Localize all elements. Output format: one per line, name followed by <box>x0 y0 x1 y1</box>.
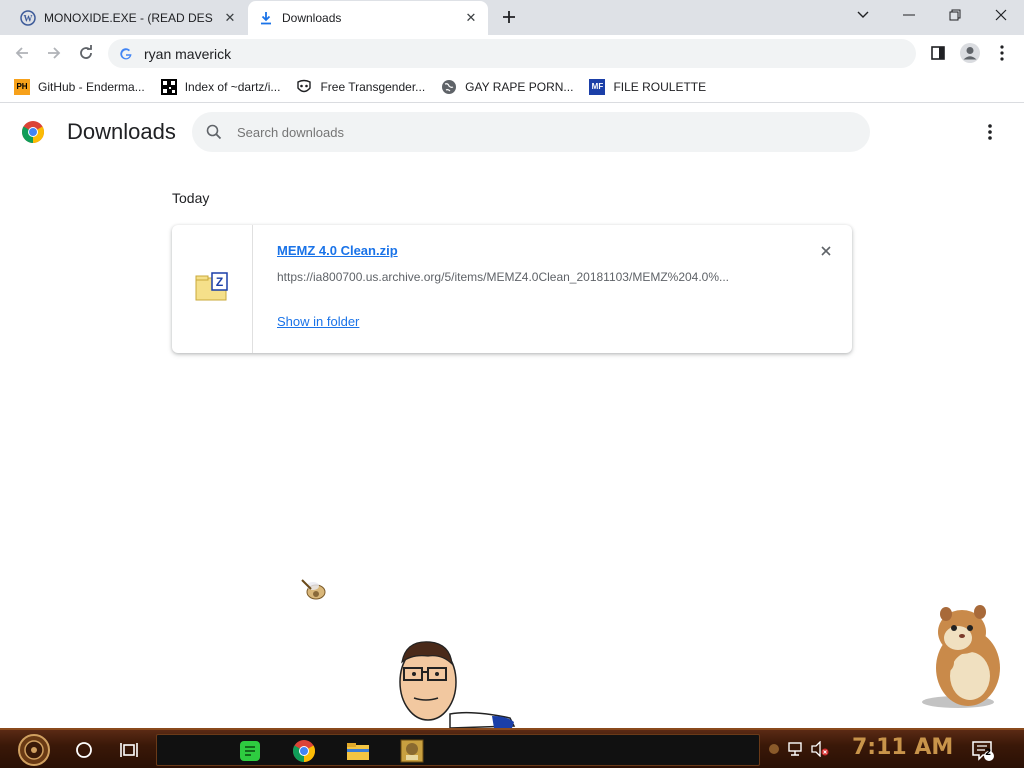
google-icon <box>118 46 134 62</box>
wordpress-icon: W <box>20 9 36 26</box>
qr-icon <box>160 78 177 95</box>
close-icon[interactable]: ✕ <box>221 9 239 27</box>
downloads-header: Downloads <box>0 104 1024 162</box>
tab-title: Downloads <box>282 11 342 25</box>
restore-button[interactable] <box>932 0 978 30</box>
download-icon <box>258 10 274 26</box>
bookmark-label: Free Transgender... <box>320 79 426 94</box>
page-title: Downloads <box>67 119 176 144</box>
taskbar-clock[interactable]: 7:11 AM <box>852 735 953 760</box>
search-circle-icon[interactable] <box>68 734 100 766</box>
volume-muted-icon[interactable] <box>810 739 830 759</box>
hamster-sprite-icon <box>918 602 1008 710</box>
tab-title: MONOXIDE.EXE - (READ DES <box>44 10 213 25</box>
svg-text:W: W <box>24 13 33 23</box>
browser-menu-button[interactable] <box>988 39 1016 67</box>
bookmark-label: GitHub - Enderma... <box>38 79 145 94</box>
zip-folder-icon: Z <box>195 271 229 307</box>
task-view-icon[interactable] <box>114 734 146 766</box>
more-actions-button[interactable] <box>978 120 1002 144</box>
file-source-url[interactable]: https://ia800700.us.archive.org/5/items/… <box>277 270 777 284</box>
bookmark-label: GAY RAPE PORN... <box>465 79 574 94</box>
mf-icon: MF <box>589 78 606 95</box>
bookmarks-bar: PH GitHub - Enderma... Index of ~dartz/i… <box>0 71 1024 103</box>
tray-app-icon[interactable] <box>764 739 784 759</box>
bookmark-label: FILE ROULETTE <box>613 79 707 94</box>
tab-search-button[interactable] <box>840 0 886 30</box>
globe-icon <box>441 79 457 95</box>
address-input[interactable] <box>144 45 844 62</box>
remove-from-list-button[interactable] <box>816 241 836 261</box>
box-app-icon[interactable] <box>397 738 427 764</box>
tab-monoxide[interactable]: W MONOXIDE.EXE - (READ DES ✕ <box>10 0 247 35</box>
notification-center-icon[interactable]: 2 <box>970 738 996 764</box>
new-tab-button[interactable] <box>498 6 520 28</box>
address-bar[interactable] <box>108 39 916 68</box>
close-window-button[interactable] <box>978 0 1024 30</box>
back-button[interactable] <box>8 39 36 67</box>
network-icon[interactable] <box>786 739 806 759</box>
forward-button[interactable] <box>40 39 68 67</box>
close-icon[interactable]: ✕ <box>462 9 480 27</box>
bookmark-label: Index of ~dartz/i... <box>184 79 281 94</box>
file-name-link[interactable]: MEMZ 4.0 Clean.zip <box>277 243 398 258</box>
start-button[interactable] <box>10 732 58 768</box>
notification-count: 2 <box>985 748 992 758</box>
ph-icon: PH <box>14 78 30 95</box>
bookmark-globe-site[interactable]: GAY RAPE PORN... <box>439 75 579 99</box>
bookmark-index-dartz[interactable]: Index of ~dartz/i... <box>159 75 287 99</box>
browser-toolbar <box>0 35 1024 71</box>
file-icon-area: Z <box>172 225 253 353</box>
profile-button[interactable] <box>956 39 984 67</box>
bookmark-file-roulette[interactable]: MF FILE ROULETTE <box>587 75 712 99</box>
taskbar-app-area <box>156 734 760 766</box>
search-icon <box>204 122 224 142</box>
bee-sprite-icon <box>298 574 332 608</box>
downloads-search[interactable] <box>192 112 870 152</box>
screen: W MONOXIDE.EXE - (READ DES ✕ Downloads ✕ <box>0 0 1024 768</box>
minimize-button[interactable] <box>886 0 932 30</box>
bookmark-free-transgender[interactable]: Free Transgender... <box>294 75 431 99</box>
cartoon-character-icon <box>392 636 517 729</box>
tab-downloads[interactable]: Downloads ✕ <box>248 1 488 35</box>
date-section-label: Today <box>172 190 210 206</box>
bookmark-github[interactable]: PH GitHub - Enderma... <box>12 75 151 99</box>
taskbar: 7:11 AM 2 <box>0 728 1024 768</box>
mask-icon <box>296 79 312 95</box>
tab-strip: W MONOXIDE.EXE - (READ DES ✕ Downloads ✕ <box>0 0 1024 35</box>
file-explorer-icon[interactable] <box>343 738 373 764</box>
notes-app-icon[interactable] <box>235 738 265 764</box>
side-panel-button[interactable] <box>924 39 952 67</box>
download-item: Z MEMZ 4.0 Clean.zip https://ia800700.us… <box>172 225 852 353</box>
chrome-icon[interactable] <box>289 738 319 764</box>
chrome-logo-icon <box>21 120 45 144</box>
show-in-folder-link[interactable]: Show in folder <box>277 314 359 329</box>
search-input[interactable] <box>237 124 817 140</box>
reload-button[interactable] <box>72 39 100 67</box>
svg-text:Z: Z <box>216 275 223 289</box>
